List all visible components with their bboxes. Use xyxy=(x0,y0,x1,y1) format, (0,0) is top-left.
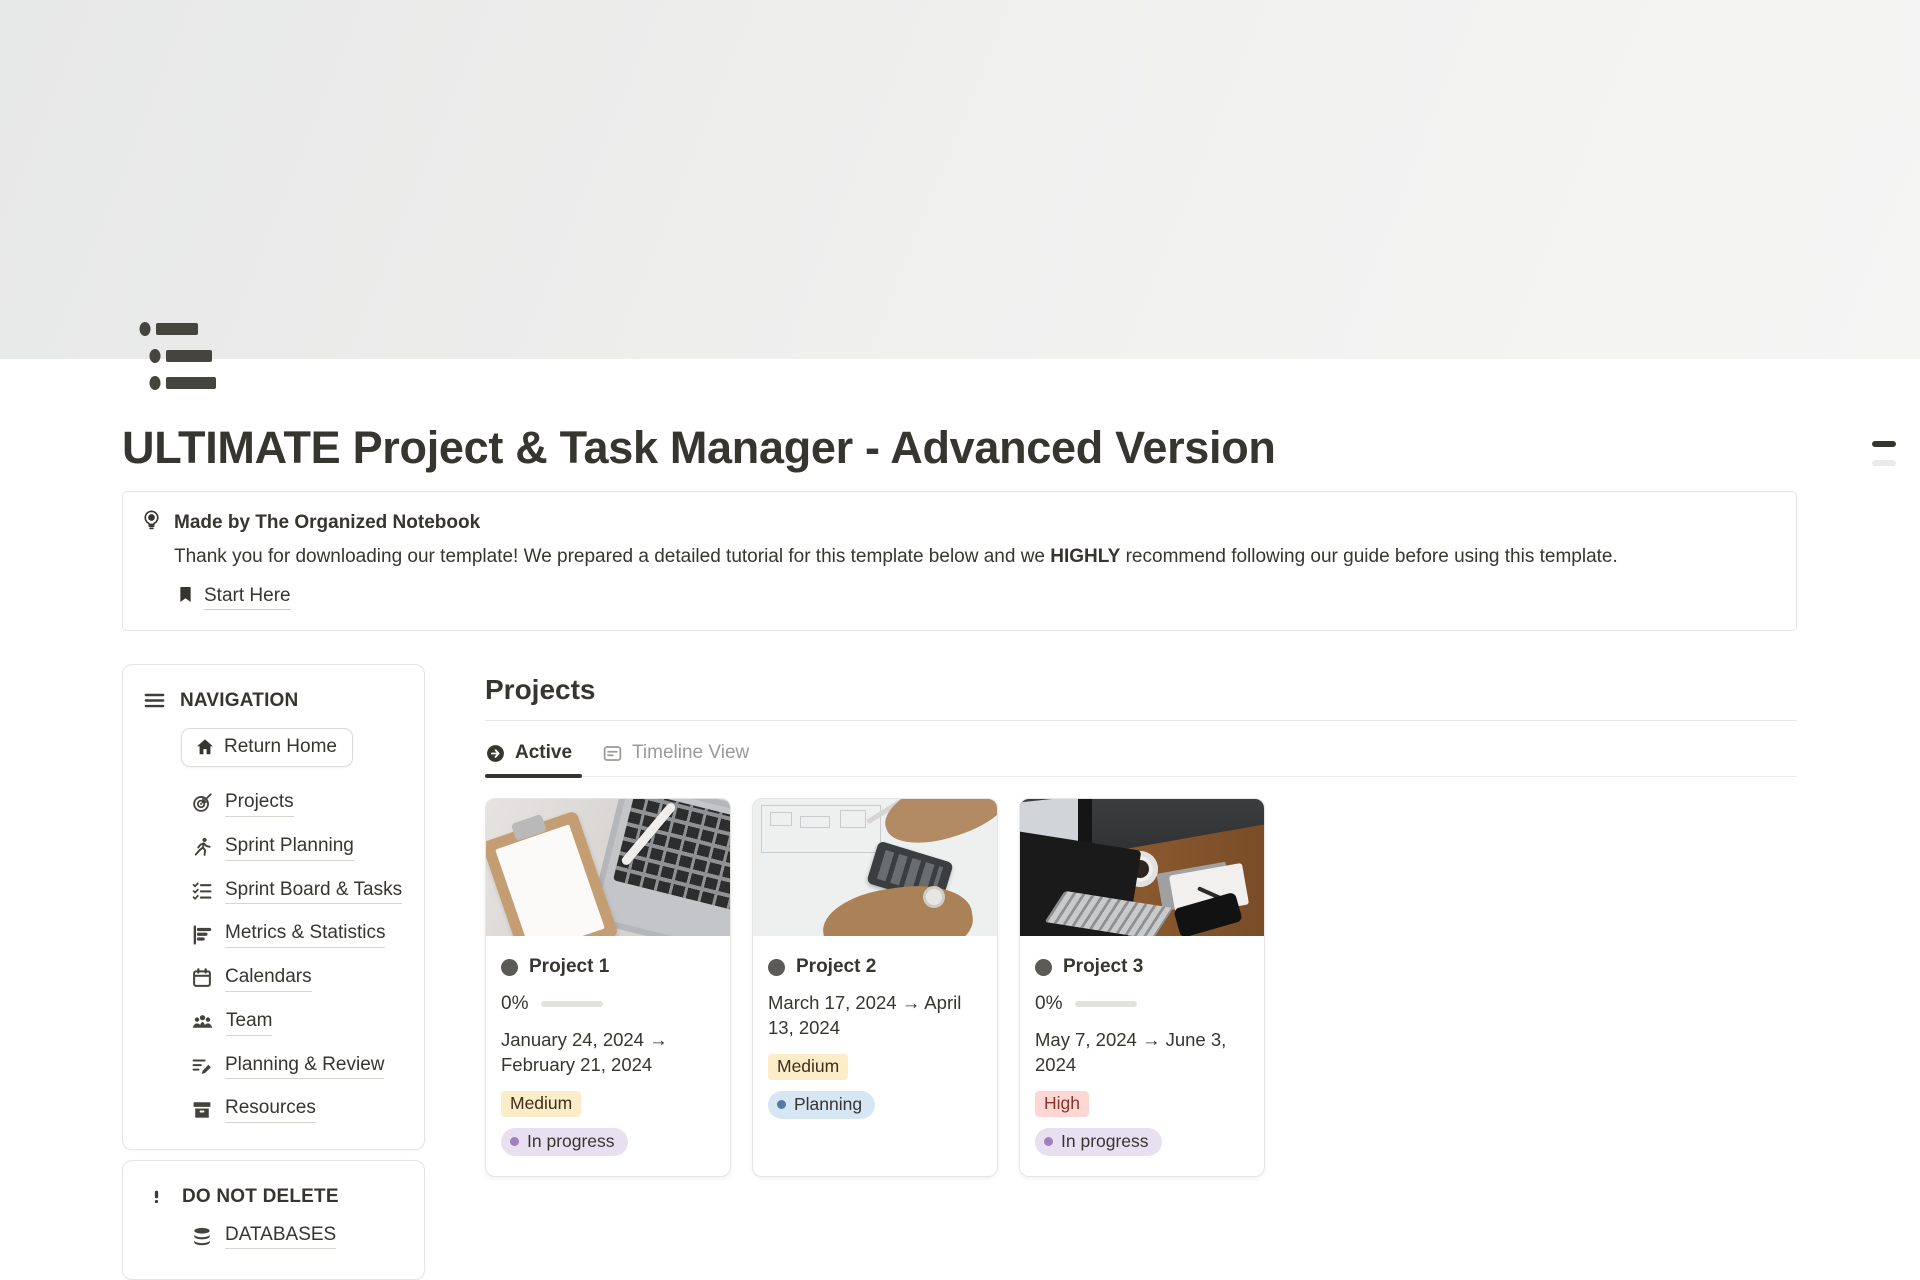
sidebar-item-metrics-statistics[interactable]: Metrics & Statistics xyxy=(191,921,404,948)
priority-tag: Medium xyxy=(501,1091,581,1117)
archive-icon xyxy=(191,1099,213,1121)
sidebar-column: NAVIGATION Return Home xyxy=(122,664,425,1280)
progress-value: 0% xyxy=(1035,993,1062,1015)
projects-view-tabs: Active Timeline View xyxy=(485,721,1797,777)
progress-bar xyxy=(541,1001,603,1007)
sidebar-item-sprint-board-tasks[interactable]: Sprint Board & Tasks xyxy=(191,878,404,905)
lightbulb-icon xyxy=(140,509,164,537)
projects-heading: Projects xyxy=(485,664,1797,706)
callout-author-line: Made by The Organized Notebook xyxy=(174,510,480,537)
project-3-cover-image xyxy=(1020,799,1264,936)
edit-list-icon xyxy=(191,1055,213,1077)
priority-tag: High xyxy=(1035,1091,1089,1117)
project-card-gallery: Project 1 0% January 24, 2024 → February… xyxy=(485,798,1797,1177)
project-dates: January 24, 2024 → February 21, 2024 xyxy=(501,1028,715,1078)
target-icon xyxy=(191,792,213,814)
project-name: Project 1 xyxy=(529,956,609,978)
sidebar-item-calendars[interactable]: Calendars xyxy=(191,965,404,992)
runner-icon xyxy=(191,836,213,858)
callout-body-text: Thank you for downloading our template! … xyxy=(174,543,1771,571)
status-pill: In progress xyxy=(1035,1128,1162,1156)
page-title: ULTIMATE Project & Task Manager - Advanc… xyxy=(122,423,1797,473)
projects-section: Projects Active xyxy=(485,664,1797,1177)
outline-dash-current xyxy=(1872,441,1896,447)
project-name: Project 3 xyxy=(1063,956,1143,978)
status-dot-icon xyxy=(1044,1137,1053,1146)
people-icon xyxy=(191,1011,214,1034)
status-pill: Planning xyxy=(768,1091,875,1119)
project-card-1[interactable]: Project 1 0% January 24, 2024 → February… xyxy=(485,798,731,1177)
tab-timeline-view[interactable]: Timeline View xyxy=(602,742,749,776)
navigation-panel: NAVIGATION Return Home xyxy=(122,664,425,1150)
project-2-cover-image xyxy=(753,799,997,936)
do-not-delete-header: DO NOT DELETE xyxy=(182,1186,339,1208)
exclamation-icon xyxy=(149,1185,164,1208)
return-home-button[interactable]: Return Home xyxy=(181,728,353,767)
start-here-link[interactable]: Start Here xyxy=(176,584,291,610)
home-icon xyxy=(195,737,215,757)
bookmark-icon xyxy=(176,584,195,610)
sidebar-item-planning-review[interactable]: Planning & Review xyxy=(191,1053,404,1080)
project-status-dot-icon xyxy=(501,959,518,976)
do-not-delete-panel: DO NOT DELETE DATABASES xyxy=(122,1160,425,1280)
arrow-circle-icon xyxy=(485,743,506,764)
project-status-dot-icon xyxy=(1035,959,1052,976)
navigation-links: Projects Sprint Planning xyxy=(191,790,404,1123)
hamburger-menu-icon xyxy=(143,689,166,712)
project-card-3[interactable]: Project 3 0% May 7, 2024 → June 3, 2024 … xyxy=(1019,798,1265,1177)
sidebar-item-databases[interactable]: DATABASES xyxy=(191,1224,336,1249)
status-pill: In progress xyxy=(501,1128,628,1156)
timeline-board-icon xyxy=(602,743,623,764)
calendar-icon xyxy=(191,967,213,989)
page-cover-image xyxy=(0,0,1920,359)
project-dates: March 17, 2024 → April 13, 2024 xyxy=(768,991,982,1041)
status-dot-icon xyxy=(510,1137,519,1146)
start-here-label: Start Here xyxy=(204,585,291,610)
progress-bar xyxy=(1075,1001,1137,1007)
project-card-2[interactable]: Project 2 March 17, 2024 → April 13, 202… xyxy=(752,798,998,1177)
sidebar-item-projects[interactable]: Projects xyxy=(191,790,404,817)
project-status-dot-icon xyxy=(768,959,785,976)
sidebar-item-sprint-planning[interactable]: Sprint Planning xyxy=(191,834,404,861)
sidebar-item-team[interactable]: Team xyxy=(191,1009,404,1036)
outline-dash-section xyxy=(1872,460,1896,466)
project-name: Project 2 xyxy=(796,956,876,978)
made-by-callout: Made by The Organized Notebook Thank you… xyxy=(122,491,1797,632)
database-icon xyxy=(191,1226,213,1248)
project-1-cover-image xyxy=(486,799,730,936)
task-list-icon xyxy=(191,880,213,902)
page-outline-indicator[interactable] xyxy=(1872,441,1898,466)
tab-active[interactable]: Active xyxy=(485,742,572,776)
status-dot-icon xyxy=(777,1100,786,1109)
sidebar-item-resources[interactable]: Resources xyxy=(191,1096,404,1123)
project-dates: May 7, 2024 → June 3, 2024 xyxy=(1035,1028,1249,1078)
navigation-header: NAVIGATION xyxy=(180,690,298,712)
priority-tag: Medium xyxy=(768,1054,848,1080)
return-home-label: Return Home xyxy=(224,736,337,758)
progress-value: 0% xyxy=(501,993,528,1015)
bar-chart-icon xyxy=(191,924,213,946)
